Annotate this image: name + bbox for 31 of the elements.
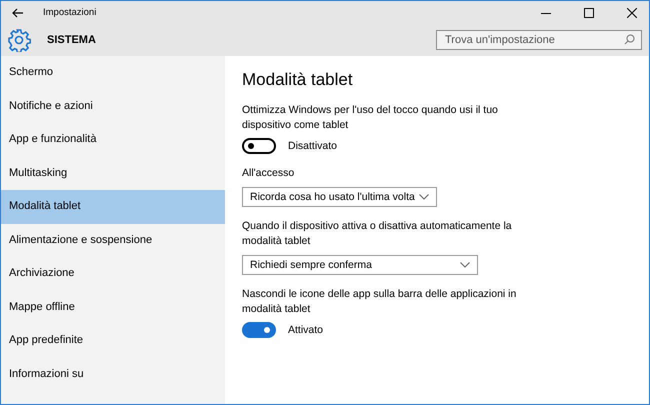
toggle-switch[interactable]	[242, 322, 276, 338]
sidebar-item[interactable]: Archiviazione	[1, 257, 225, 290]
search-field[interactable]: Trova un'impostazione	[436, 30, 642, 50]
setting-label: Nascondi le icone delle app sulla barra delle applicazioni in modalità tablet	[242, 287, 518, 317]
setting-label: Quando il dispositivo attiva o disattiva automaticamente la modalità tablet	[242, 219, 513, 249]
toggle-switch[interactable]	[242, 138, 276, 154]
page-title: Modalità tablet	[242, 70, 354, 90]
toggle-state: Attivato	[288, 324, 324, 336]
sidebar-item[interactable]: Alimentazione e sospensione	[1, 224, 225, 257]
setting-label: Ottimizza Windows per l'uso del tocco quando usi il tuo dispositivo come tablet	[242, 103, 499, 133]
sidebar-item[interactable]: App predefinite	[1, 324, 225, 358]
sidebar-item[interactable]: Multitasking	[1, 156, 225, 190]
gear-icon	[7, 28, 31, 52]
window-title: Impostazioni	[43, 7, 96, 18]
dropdown[interactable]: Richiedi sempre conferma	[242, 255, 478, 275]
sidebar-item[interactable]: Notifiche e azioni	[1, 90, 225, 123]
chevron-icon	[419, 194, 429, 200]
toggle-state: Disattivato	[288, 140, 338, 152]
sidebar-item[interactable]: Informazioni su	[1, 358, 225, 391]
search-icon[interactable]	[624, 34, 635, 45]
close-icon[interactable]	[627, 8, 637, 18]
back-arrow-icon[interactable]	[12, 8, 24, 18]
maximize-icon[interactable]	[584, 8, 594, 18]
chevron-icon	[460, 262, 470, 268]
sidebar-item[interactable]: App e funzionalità	[1, 123, 225, 156]
sidebar-item[interactable]: Modalità tablet	[1, 190, 225, 224]
setting-label: All'accesso	[242, 166, 296, 181]
sidebar-item[interactable]: Schermo	[1, 56, 225, 90]
sidebar-item[interactable]: Mappe offline	[1, 290, 225, 324]
dropdown[interactable]: Ricorda cosa ho usato l'ultima volta	[242, 187, 437, 207]
section-title: SISTEMA	[47, 34, 96, 46]
